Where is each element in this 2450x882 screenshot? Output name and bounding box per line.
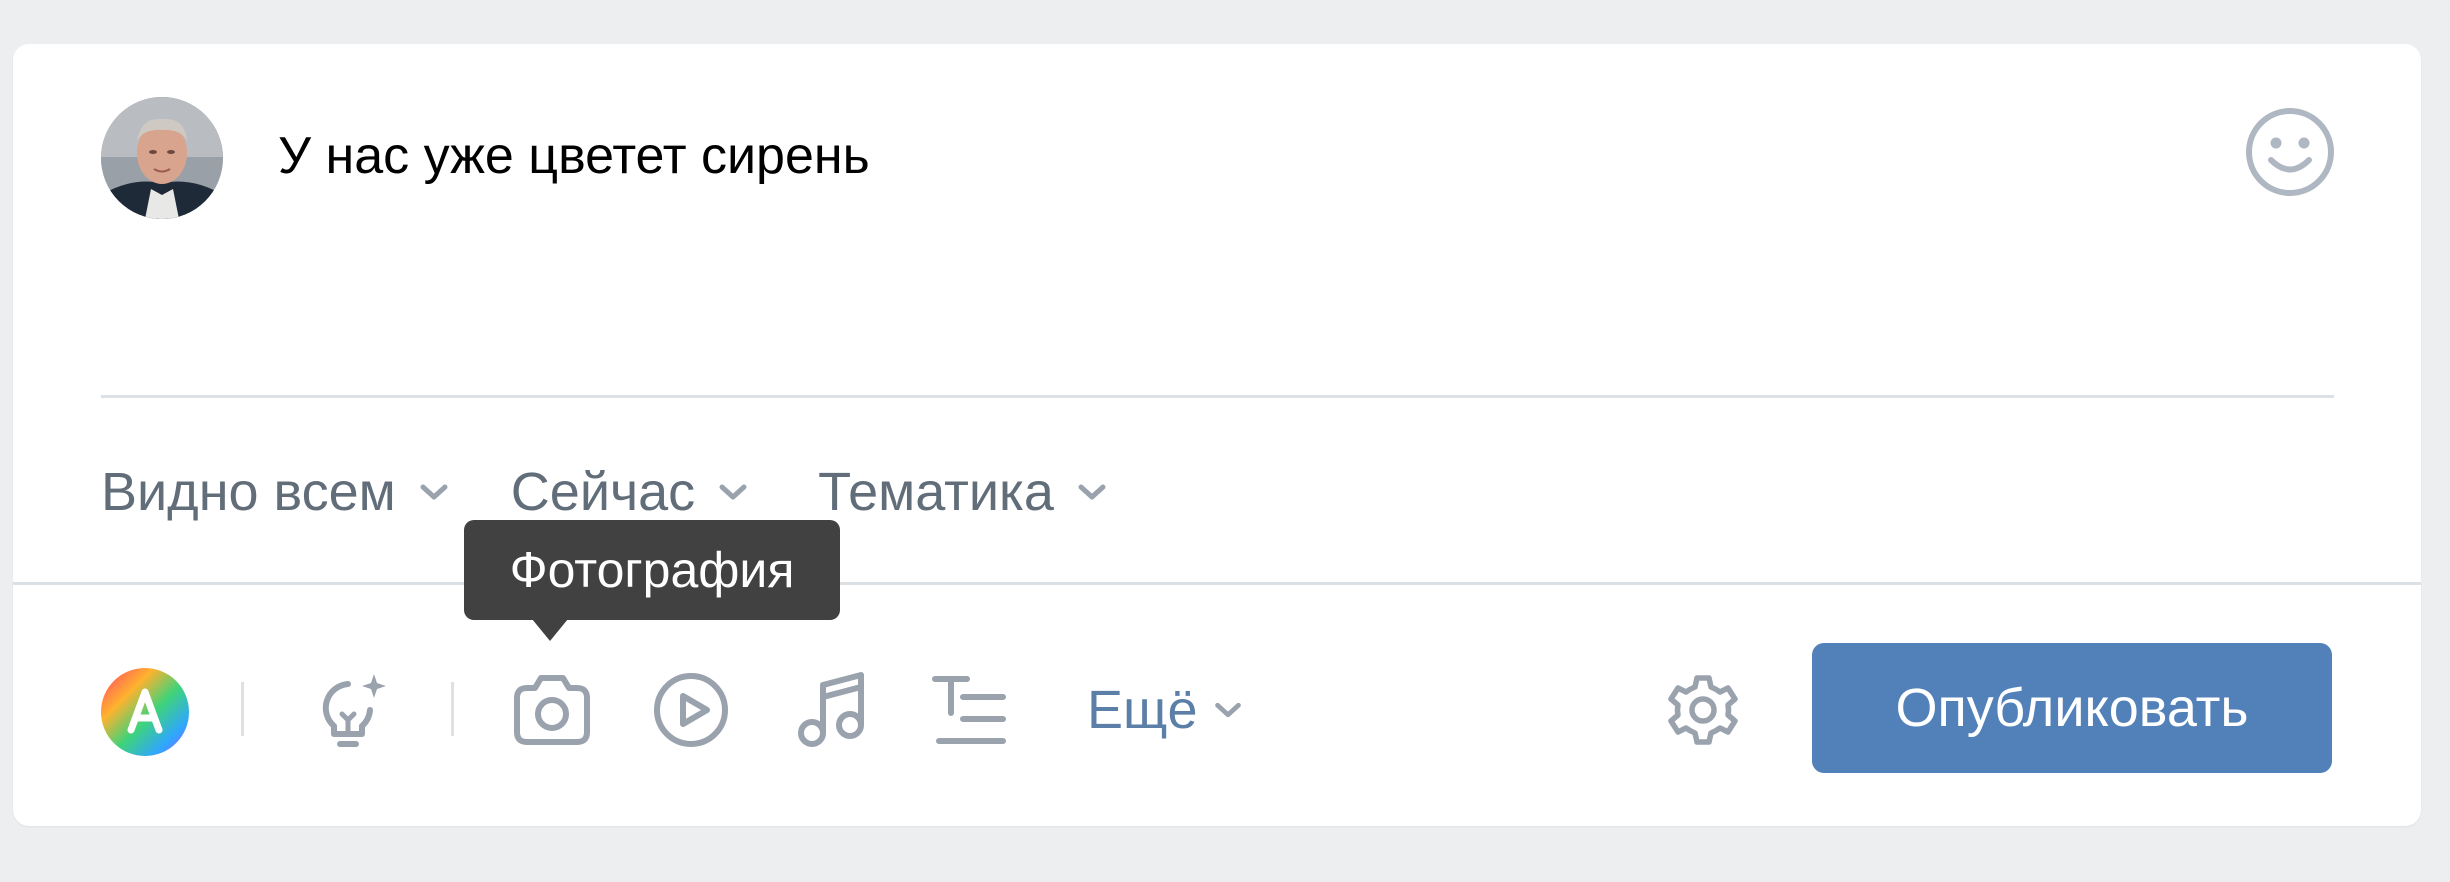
art-avatar-icon[interactable] bbox=[101, 668, 189, 756]
music-note-icon[interactable] bbox=[795, 669, 867, 749]
chevron-down-icon bbox=[420, 484, 448, 500]
post-text-input[interactable]: У нас уже цветет сирень bbox=[278, 124, 870, 188]
tooltip-arrow bbox=[532, 619, 568, 641]
gear-icon[interactable] bbox=[1666, 673, 1740, 747]
more-dropdown[interactable]: Ещё bbox=[1087, 677, 1247, 743]
separator bbox=[241, 682, 244, 736]
visibility-label: Видно всем bbox=[101, 462, 396, 522]
post-options: Видно всем Сейчас Тематика bbox=[101, 460, 1112, 524]
chevron-down-icon bbox=[719, 484, 747, 500]
avatar bbox=[101, 97, 223, 219]
visibility-dropdown[interactable]: Видно всем bbox=[101, 461, 454, 523]
topic-dropdown[interactable]: Тематика bbox=[818, 461, 1112, 523]
lightbulb-sparkle-icon[interactable] bbox=[318, 670, 390, 750]
smile-icon[interactable] bbox=[2243, 105, 2337, 199]
publish-button[interactable]: Опубликовать bbox=[1812, 643, 2332, 773]
chevron-down-icon bbox=[1215, 702, 1242, 718]
article-icon[interactable] bbox=[931, 673, 1007, 747]
video-play-icon[interactable] bbox=[652, 671, 730, 749]
chevron-down-icon bbox=[1078, 484, 1106, 500]
topic-label: Тематика bbox=[818, 462, 1054, 522]
camera-icon[interactable] bbox=[511, 672, 593, 748]
time-dropdown[interactable]: Сейчас bbox=[511, 461, 753, 523]
separator bbox=[451, 682, 454, 736]
divider bbox=[13, 582, 2421, 585]
tooltip: Фотография bbox=[464, 520, 840, 620]
time-label: Сейчас bbox=[510, 462, 696, 522]
more-label: Ещё bbox=[1087, 680, 1198, 740]
divider bbox=[101, 395, 2334, 398]
